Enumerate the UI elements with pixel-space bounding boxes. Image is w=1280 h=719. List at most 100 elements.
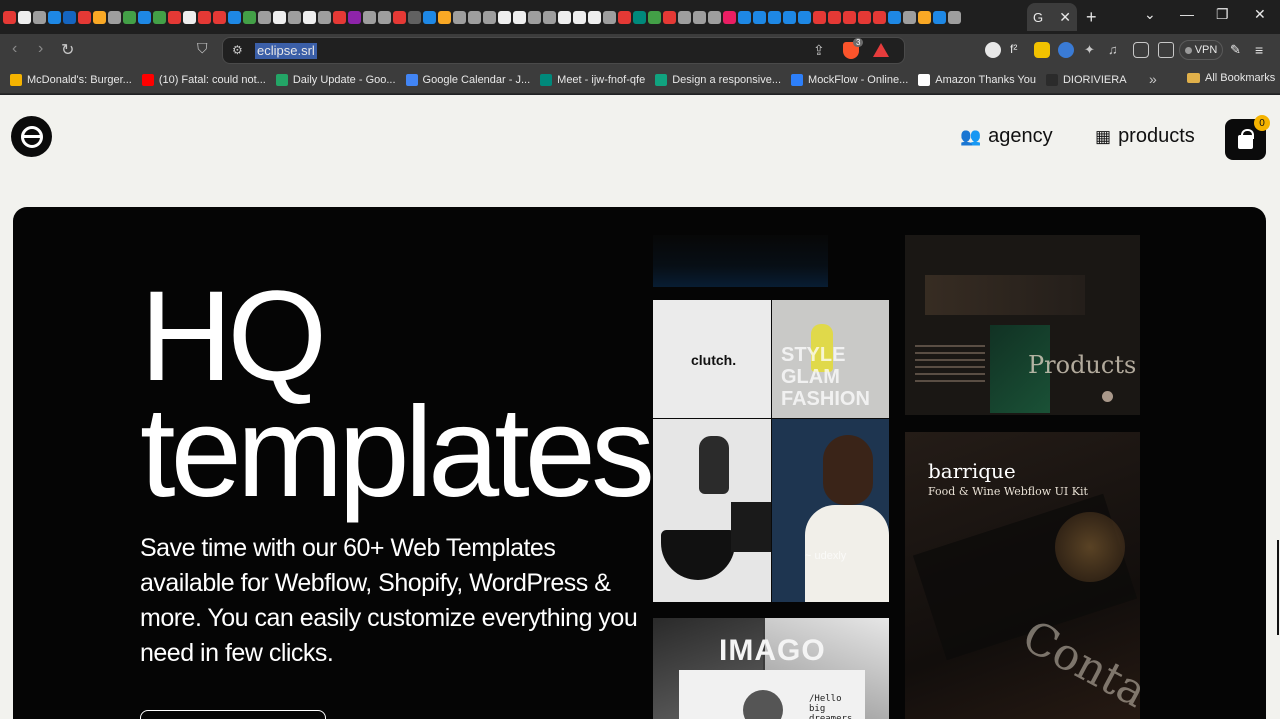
pinned-tab-favicon-icon[interactable] xyxy=(348,10,361,24)
bookmark-item[interactable]: DIORIVIERA xyxy=(1045,73,1127,86)
bookmark-item[interactable]: MockFlow - Online... xyxy=(791,73,908,86)
pinned-tab-favicon-icon[interactable] xyxy=(558,10,571,24)
pinned-tab-favicon-icon[interactable] xyxy=(168,10,181,24)
pinned-tab-favicon-icon[interactable] xyxy=(78,10,91,24)
share-icon[interactable]: ⇪ xyxy=(813,42,825,59)
bookmark-item[interactable]: Google Calendar - J... xyxy=(405,73,530,86)
pinned-tab-favicon-icon[interactable] xyxy=(918,10,931,24)
pinned-tab-favicon-icon[interactable] xyxy=(318,10,331,24)
pinned-tab-favicon-icon[interactable] xyxy=(243,10,256,24)
pinned-tab-favicon-icon[interactable] xyxy=(258,10,271,24)
minimize-button[interactable]: — xyxy=(1180,6,1194,22)
template-thumbnail-imago[interactable]: IMAGO /Hello big dreamers xyxy=(653,618,889,719)
bookmark-item[interactable]: Amazon Thanks You xyxy=(918,73,1036,86)
pinned-tab-favicon-icon[interactable] xyxy=(393,10,406,24)
nav-products[interactable]: ▦ products xyxy=(1095,125,1195,148)
nav-agency[interactable]: 👥 agency xyxy=(960,125,1053,148)
pinned-tab-favicon-icon[interactable] xyxy=(528,10,541,24)
pinterest-extension-icon[interactable] xyxy=(1058,42,1074,58)
address-bar[interactable]: ⚙ eclipse.srl ⇪ 3 xyxy=(222,37,905,64)
pinned-tab-favicon-icon[interactable] xyxy=(948,10,961,24)
pinned-tab-favicon-icon[interactable] xyxy=(213,10,226,24)
template-thumbnail-fashion[interactable]: clutch. STYLE GLAM FASHION ~ udexly xyxy=(653,300,889,602)
pinned-tab-favicon-icon[interactable] xyxy=(333,10,346,24)
pinned-tab-favicon-icon[interactable] xyxy=(678,10,691,24)
pinned-tab-favicon-icon[interactable] xyxy=(303,10,316,24)
close-tab-icon[interactable]: ✕ xyxy=(1059,9,1071,26)
address-text[interactable]: eclipse.srl xyxy=(255,43,317,59)
music-icon[interactable]: ♫ xyxy=(1108,42,1124,58)
pinned-tab-favicon-icon[interactable] xyxy=(483,10,496,24)
extensions-puzzle-icon[interactable]: ✦ xyxy=(1084,42,1100,58)
tab-search-icon[interactable]: ⌄ xyxy=(1144,6,1156,23)
pinned-tab-favicon-icon[interactable] xyxy=(63,10,76,24)
cart-button[interactable]: 0 xyxy=(1225,115,1270,160)
vpn-button[interactable]: VPN xyxy=(1179,40,1223,60)
more-bookmarks-icon[interactable]: » xyxy=(1149,71,1157,87)
active-tab[interactable]: G ✕ xyxy=(1027,3,1077,31)
pinned-tab-favicon-icon[interactable] xyxy=(18,10,31,24)
pinned-tab-favicon-icon[interactable] xyxy=(603,10,616,24)
pinned-tab-favicon-icon[interactable] xyxy=(453,10,466,24)
bookmark-page-icon[interactable]: ⛉ xyxy=(197,40,208,57)
pinned-tab-favicon-icon[interactable] xyxy=(378,10,391,24)
pinned-tab-favicon-icon[interactable] xyxy=(813,10,826,24)
pinned-tab-favicon-icon[interactable] xyxy=(138,10,151,24)
extension-icon[interactable] xyxy=(985,42,1001,58)
eclipse-logo[interactable] xyxy=(11,116,52,157)
new-tab-button[interactable]: + xyxy=(1086,7,1097,28)
pinned-tab-favicon-icon[interactable] xyxy=(498,10,511,24)
chart-extension-icon[interactable] xyxy=(1034,42,1050,58)
site-settings-icon[interactable]: ⚙ xyxy=(232,43,243,57)
template-thumbnail-barrique[interactable]: barrique Food & Wine Webflow UI Kit Cont… xyxy=(905,432,1140,719)
pinned-tab-favicon-icon[interactable] xyxy=(93,10,106,24)
bookmark-item[interactable]: Daily Update - Goo... xyxy=(275,73,396,86)
pinned-tab-favicon-icon[interactable] xyxy=(783,10,796,24)
pinned-tab-favicon-icon[interactable] xyxy=(663,10,676,24)
pinned-tab-favicon-icon[interactable] xyxy=(738,10,751,24)
pinned-tab-favicon-icon[interactable] xyxy=(228,10,241,24)
pinned-tab-favicon-icon[interactable] xyxy=(693,10,706,24)
hero-cta-button[interactable] xyxy=(140,710,326,719)
pinned-tab-favicon-icon[interactable] xyxy=(588,10,601,24)
pinned-tab-favicon-icon[interactable] xyxy=(723,10,736,24)
pinned-tab-favicon-icon[interactable] xyxy=(768,10,781,24)
pinned-tab-favicon-icon[interactable] xyxy=(153,10,166,24)
pinned-tab-favicon-icon[interactable] xyxy=(888,10,901,24)
restore-button[interactable]: ❐ xyxy=(1216,6,1229,23)
pinned-tab-favicon-icon[interactable] xyxy=(198,10,211,24)
pinned-tab-favicon-icon[interactable] xyxy=(273,10,286,24)
pinned-tab-favicon-icon[interactable] xyxy=(513,10,526,24)
menu-icon[interactable]: ≡ xyxy=(1255,42,1271,58)
wallet-icon[interactable] xyxy=(1158,42,1174,58)
pinned-tab-favicon-icon[interactable] xyxy=(753,10,766,24)
pinned-tab-favicon-icon[interactable] xyxy=(843,10,856,24)
bookmark-item[interactable]: (10) Fatal: could not... xyxy=(141,73,266,86)
pinned-tab-favicon-icon[interactable] xyxy=(903,10,916,24)
pinned-tab-favicon-icon[interactable] xyxy=(3,10,16,24)
pinned-tab-favicon-icon[interactable] xyxy=(48,10,61,24)
pinned-tab-favicon-icon[interactable] xyxy=(408,10,421,24)
all-bookmarks-button[interactable]: All Bookmarks xyxy=(1187,72,1275,84)
pinned-tab-favicon-icon[interactable] xyxy=(33,10,46,24)
reload-icon[interactable]: ↻ xyxy=(61,40,74,60)
pinned-tab-favicon-icon[interactable] xyxy=(183,10,196,24)
bookmark-item[interactable]: McDonald's: Burger... xyxy=(10,73,132,86)
formula-extension-icon[interactable]: f² xyxy=(1010,42,1026,58)
pinned-tab-favicon-icon[interactable] xyxy=(123,10,136,24)
sidebar-icon[interactable] xyxy=(1133,42,1149,58)
pinned-tab-favicon-icon[interactable] xyxy=(438,10,451,24)
pinned-tab-favicon-icon[interactable] xyxy=(423,10,436,24)
brave-rewards-icon[interactable] xyxy=(873,43,889,57)
bookmark-item[interactable]: Design a responsive... xyxy=(655,73,781,86)
bookmark-item[interactable]: Meet - ijw-fnof-qfe xyxy=(540,73,645,86)
leo-ai-icon[interactable]: ✎ xyxy=(1230,42,1246,58)
pinned-tab-favicon-icon[interactable] xyxy=(468,10,481,24)
pinned-tab-favicon-icon[interactable] xyxy=(873,10,886,24)
pinned-tab-favicon-icon[interactable] xyxy=(828,10,841,24)
pinned-tab-favicon-icon[interactable] xyxy=(633,10,646,24)
pinned-tab-favicon-icon[interactable] xyxy=(543,10,556,24)
pinned-tab-favicon-icon[interactable] xyxy=(858,10,871,24)
pinned-tab-favicon-icon[interactable] xyxy=(648,10,661,24)
pinned-tab-favicon-icon[interactable] xyxy=(618,10,631,24)
